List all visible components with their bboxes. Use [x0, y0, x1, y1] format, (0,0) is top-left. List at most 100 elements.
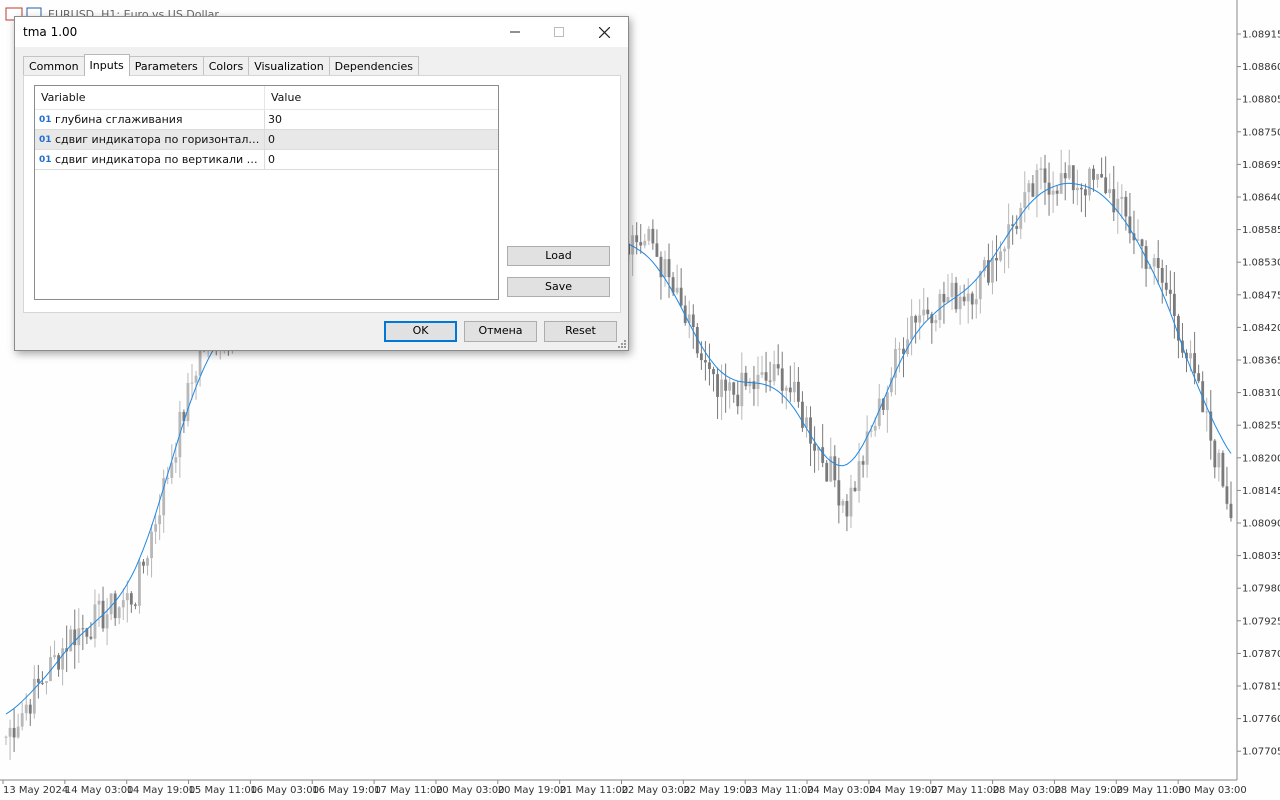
candle-body — [995, 257, 998, 261]
candle-body — [45, 681, 48, 683]
price-label: 1.08530 — [1242, 258, 1280, 269]
time-label: 30 May 03:00 — [1178, 785, 1247, 796]
value-field[interactable]: 0 — [265, 150, 498, 169]
candle-body — [849, 487, 853, 517]
candle-body — [813, 443, 816, 451]
candle-body — [861, 461, 865, 465]
candle-body — [1031, 183, 1035, 197]
time-label: 16 May 19:00 — [312, 785, 381, 796]
load-button[interactable]: Load — [507, 246, 610, 266]
price-label: 1.08035 — [1242, 551, 1280, 562]
tab-dependencies[interactable]: Dependencies — [328, 56, 419, 76]
candle-body — [138, 561, 141, 606]
candle-body — [991, 257, 994, 283]
tab-colors[interactable]: Colors — [202, 56, 250, 76]
price-label: 1.08145 — [1242, 486, 1280, 497]
tab-parameters[interactable]: Parameters — [128, 56, 204, 76]
time-label: 20 May 03:00 — [436, 785, 505, 796]
candle-body — [934, 320, 938, 324]
candle-body — [24, 704, 28, 714]
candle-body — [699, 353, 703, 361]
candle-body — [833, 456, 837, 481]
candle-body — [28, 704, 32, 714]
table-row[interactable]: 01 глубина сглаживания 30 — [35, 110, 498, 130]
time-axis: 13 May 202414 May 03:0014 May 19:0015 Ma… — [0, 779, 1247, 796]
candle-body — [1164, 282, 1168, 290]
candle-body — [1075, 187, 1079, 191]
candle-body — [885, 392, 889, 410]
candle-body — [1193, 353, 1197, 374]
candle-body — [12, 727, 16, 738]
candle-body — [1055, 190, 1059, 194]
candle-body — [724, 379, 728, 391]
time-label: 24 May 03:00 — [807, 785, 876, 796]
close-button[interactable] — [581, 17, 627, 47]
candle-body — [1160, 267, 1164, 283]
price-label: 1.08585 — [1242, 225, 1280, 236]
ok-button[interactable]: OK — [384, 321, 457, 342]
candle-body — [1217, 452, 1221, 468]
candle-body — [1213, 440, 1217, 468]
candle-body — [922, 309, 926, 316]
tab-common[interactable]: Common — [23, 56, 85, 76]
maximize-button[interactable] — [536, 17, 582, 47]
variable-name: сдвиг индикатора по горизонтали в б… — [55, 133, 261, 146]
time-label: 23 May 11:00 — [745, 785, 814, 796]
candle-body — [631, 235, 635, 255]
candle-body — [1051, 190, 1055, 195]
candle-body — [796, 381, 800, 402]
candle-body — [1104, 177, 1108, 194]
price-label: 1.08695 — [1242, 160, 1280, 171]
candle-body — [910, 316, 914, 340]
time-label: 20 May 19:00 — [498, 785, 567, 796]
candle-body — [40, 682, 44, 684]
tab-visualization[interactable]: Visualization — [248, 56, 330, 76]
dialog-titlebar[interactable]: tma 1.00 — [15, 17, 628, 47]
candle-body — [825, 462, 829, 482]
table-row[interactable]: 01 сдвиг индикатора по горизонтали в б… … — [35, 130, 498, 150]
candle-body — [841, 501, 845, 506]
resize-grip-icon[interactable] — [617, 339, 627, 349]
price-label: 1.07705 — [1242, 747, 1280, 758]
candle-body — [679, 287, 683, 306]
candle-body — [966, 293, 970, 302]
column-header-variable[interactable]: Variable — [35, 86, 265, 109]
candle-body — [142, 561, 145, 566]
candle-body — [1189, 353, 1192, 359]
column-header-value[interactable]: Value — [265, 86, 498, 109]
candle-body — [1027, 183, 1031, 193]
candle-body — [1096, 174, 1099, 180]
candle-body — [1079, 187, 1083, 190]
time-label: 28 May 19:00 — [1054, 785, 1123, 796]
candle-body — [635, 235, 639, 243]
candle-body — [1007, 224, 1011, 249]
time-label: 24 May 19:00 — [869, 785, 938, 796]
save-button[interactable]: Save — [507, 277, 610, 297]
candle-body — [744, 372, 748, 387]
close-icon — [598, 26, 610, 38]
value-field[interactable]: 0 — [265, 130, 498, 149]
candle-body — [732, 382, 736, 395]
candle-body — [57, 655, 60, 670]
candle-body — [1059, 173, 1063, 194]
value-field[interactable]: 30 — [265, 110, 498, 129]
table-row[interactable]: 01 сдвиг индикатора по вертикали в пу… 0 — [35, 150, 498, 170]
time-label: 15 May 11:00 — [189, 785, 258, 796]
price-label: 1.08420 — [1242, 323, 1280, 334]
candle-body — [712, 369, 715, 375]
candle-body — [1229, 503, 1233, 519]
candle-body — [958, 296, 962, 310]
cancel-button[interactable]: Отмена — [464, 321, 537, 342]
time-label: 22 May 19:00 — [683, 785, 752, 796]
candle-body — [926, 309, 930, 315]
candle-body — [663, 259, 667, 278]
candle-body — [1043, 168, 1047, 183]
minimize-button[interactable] — [492, 17, 538, 47]
price-label: 1.08805 — [1242, 95, 1280, 106]
reset-button[interactable]: Reset — [544, 321, 617, 342]
candle-body — [97, 600, 101, 605]
tab-inputs[interactable]: Inputs — [83, 54, 130, 76]
candle-body — [154, 524, 158, 532]
price-label: 1.08200 — [1242, 453, 1280, 464]
candle-body — [69, 629, 73, 652]
